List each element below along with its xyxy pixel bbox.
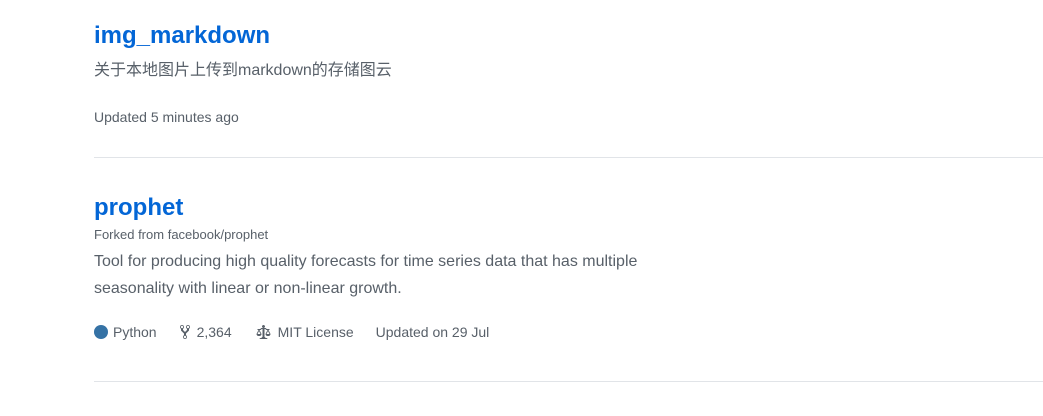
repo-item-img-markdown: img_markdown 关于本地图片上传到markdown的存储图云 Upda… <box>94 0 1043 158</box>
law-icon <box>254 324 274 340</box>
repo-name-link[interactable]: img_markdown <box>94 21 270 51</box>
repo-name-link[interactable]: prophet <box>94 193 183 223</box>
repo-item-prophet: prophet Forked from facebook/prophet Too… <box>94 158 1043 382</box>
repo-meta: Updated 5 minutes ago <box>94 107 1043 127</box>
repo-description: Tool for producing high quality forecast… <box>94 253 638 297</box>
repo-meta: Python 2,364 MIT License Updated on 29 J… <box>94 322 1043 342</box>
repo-description: 关于本地图片上传到markdown的存储图云 <box>94 62 392 79</box>
language: Python <box>94 322 157 342</box>
language-color-dot <box>94 325 108 339</box>
language-label: Python <box>113 324 157 340</box>
forks-link[interactable]: 2,364 <box>179 322 232 342</box>
updated-time: Updated 5 minutes ago <box>94 109 239 125</box>
updated-time: Updated on 29 Jul <box>375 324 490 340</box>
repository-list: img_markdown 关于本地图片上传到markdown的存储图云 Upda… <box>94 0 1043 382</box>
forked-source-link[interactable]: facebook/prophet <box>168 227 268 242</box>
repo-forked-icon <box>179 324 193 340</box>
forked-from-label: Forked from <box>94 227 165 242</box>
forked-from: Forked from facebook/prophet <box>94 226 1043 244</box>
forks-count: 2,364 <box>196 324 232 340</box>
license: MIT License <box>254 322 354 342</box>
license-label: MIT License <box>277 324 354 340</box>
